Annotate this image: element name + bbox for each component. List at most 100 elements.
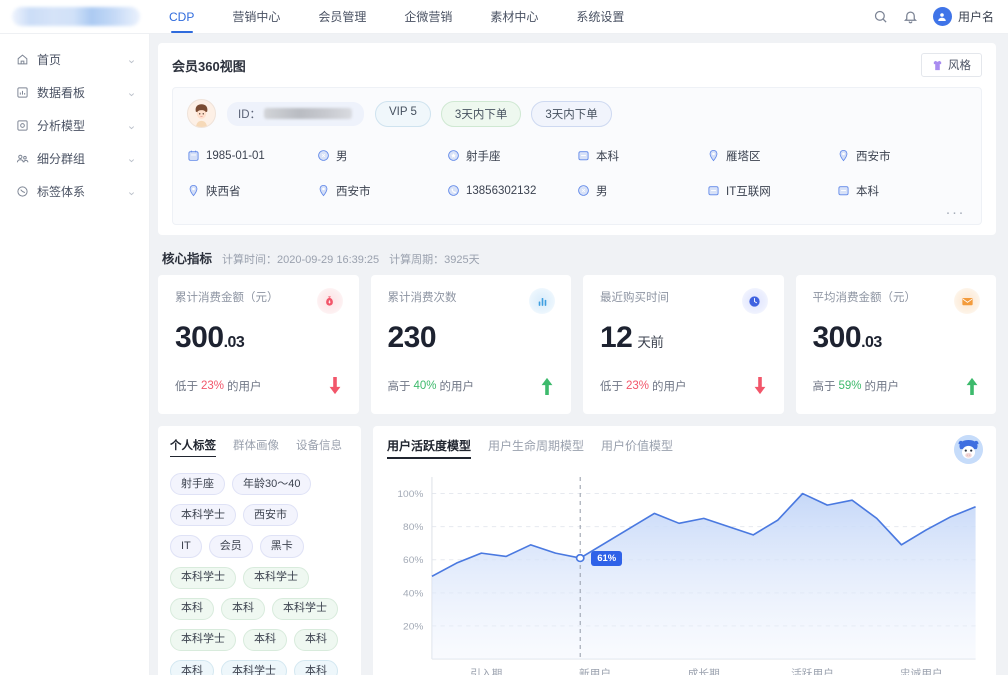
metric-foot-suffix: 的用户: [864, 381, 900, 393]
activity-model-chart: 20% 40% 60% 80% 100% 引入期 新用户 成长期 活跃用户 忠诚用户 61%: [387, 469, 982, 675]
sidebar-item-0[interactable]: 首页: [0, 43, 149, 76]
nav-item-5[interactable]: 系统设置: [557, 0, 643, 33]
sidebar-item-3[interactable]: 细分群组: [0, 142, 149, 175]
tag-list: 射手座 年龄30～40 本科学士 西安市 IT 会员 黑卡 本科学士 本科学士 本科 本科 本科学士本…: [170, 473, 349, 675]
metric-card-1: 累计消费次数 230 高于 40% 的用户: [370, 275, 571, 414]
metric-value-decimal: .03: [861, 334, 882, 351]
member-info-item: 雁塔区: [707, 138, 837, 173]
tag-chip[interactable]: 本科: [243, 628, 287, 652]
page-title: 会员360视图: [172, 58, 246, 74]
tag-chip[interactable]: IT: [170, 535, 202, 558]
metric-foot-suffix: 的用户: [439, 381, 475, 393]
tag-chip[interactable]: 本科学士: [221, 660, 287, 675]
svg-text:80%: 80%: [403, 522, 424, 533]
member-id-field[interactable]: ID：: [227, 101, 364, 126]
sidebar-item-4[interactable]: 标签体系: [0, 175, 149, 208]
tab-chart-1[interactable]: 用户生命周期模型: [488, 437, 584, 459]
logo[interactable]: [0, 7, 150, 26]
metric-value: 300.03: [175, 321, 342, 355]
nav-item-2[interactable]: 会员管理: [299, 0, 385, 33]
metrics-title: 核心指标: [162, 252, 213, 266]
user-menu[interactable]: 用户名: [932, 7, 994, 26]
calc-period-label: 计算周期：3925天: [389, 254, 480, 266]
tab-tags-0[interactable]: 个人标签: [170, 437, 216, 457]
tag-chip[interactable]: 本科: [294, 660, 338, 675]
chart-svg: 20% 40% 60% 80% 100% 引入期 新用户 成长期 活跃用户 忠诚用户: [397, 477, 976, 675]
gender-icon: [577, 184, 590, 197]
tag-chip[interactable]: 本科学士: [170, 628, 236, 652]
sidebar-item-label: 数据看板: [37, 86, 86, 100]
tag-chip[interactable]: 黑卡: [259, 535, 304, 558]
member-info-item: 男: [577, 173, 707, 208]
svg-text:20%: 20%: [403, 622, 424, 633]
bar-chart-icon: [529, 288, 555, 314]
chevron-down-icon: [127, 154, 136, 163]
nav-item-0[interactable]: CDP: [150, 0, 213, 33]
tags-tabs: 个人标签 群体画像 设备信息: [170, 437, 349, 457]
style-button[interactable]: 风格: [921, 53, 982, 77]
tag-chip[interactable]: 本科学士: [272, 597, 338, 620]
tag-chip[interactable]: 本科学士: [170, 504, 236, 527]
location-icon: [317, 184, 330, 197]
tab-chart-2[interactable]: 用户价值模型: [601, 437, 673, 459]
sidebar-item-label: 细分群组: [37, 152, 86, 166]
user-name-label: 用户名: [957, 10, 994, 24]
member-info-value: 本科: [596, 150, 619, 163]
svg-text:100%: 100%: [397, 489, 423, 500]
sidebar-item-1[interactable]: 数据看板: [0, 76, 149, 109]
location-icon: [707, 149, 720, 162]
member-pill-2: 3天内下单: [531, 100, 612, 127]
tab-chart-0[interactable]: 用户活跃度模型: [387, 437, 472, 459]
chart-panel: 用户活跃度模型 用户生命周期模型 用户价值模型 20% 40% 60% 80% 100% 引入…: [373, 426, 996, 675]
member-info-grid: 1985-01-01 男射手座 本科 雁塔区 西安市 陕西省 西安市 13856302132 男…: [187, 138, 967, 208]
location-icon: [837, 149, 850, 162]
bell-icon[interactable]: [903, 9, 918, 24]
tag-chip[interactable]: 射手座: [170, 473, 225, 496]
tab-tags-2[interactable]: 设备信息: [296, 437, 342, 457]
svg-text:40%: 40%: [403, 589, 424, 600]
metric-value-decimal: .03: [223, 334, 245, 351]
metric-foot-percent: 40%: [413, 380, 437, 392]
tag-chip[interactable]: 本科学士: [243, 566, 309, 589]
nav-item-3[interactable]: 企微营销: [385, 0, 471, 33]
svg-text:60%: 60%: [403, 556, 424, 567]
location-icon: [187, 184, 200, 197]
tag-chip[interactable]: 西安市: [243, 504, 298, 527]
member-info-item: 本科: [577, 138, 707, 173]
sidebar-item-2[interactable]: 分析模型: [0, 109, 149, 142]
metrics-header: 核心指标 计算时间：2020-09-29 16:39:25 计算周期：3925天: [162, 248, 996, 267]
metric-card-3: 平均消费金额（元） 300.03 高于 59% 的用户: [795, 275, 996, 414]
tag-chip[interactable]: 本科: [221, 597, 265, 620]
metric-card-0: 累计消费金额（元） 300.03 低于 23% 的用户: [158, 275, 359, 414]
tag-chip[interactable]: 会员: [208, 535, 253, 558]
metric-foot-percent: 23%: [201, 380, 225, 392]
trend-down-icon: [753, 377, 767, 395]
analysis-icon: [16, 119, 29, 132]
member-info-item: 陕西省: [187, 173, 317, 208]
svg-text:引入期: 引入期: [470, 667, 502, 675]
chart-tabs: 用户活跃度模型 用户生命周期模型 用户价值模型: [387, 437, 982, 459]
tag-chip[interactable]: 本科: [294, 628, 338, 652]
nav-item-1[interactable]: 营销中心: [213, 0, 299, 33]
tag-chip[interactable]: 年龄30～40: [232, 473, 312, 496]
nav-item-4[interactable]: 素材中心: [471, 0, 557, 33]
metric-value-main: 230: [387, 321, 437, 354]
tag-chip[interactable]: 本科: [170, 597, 214, 620]
cow-mascot-icon: [954, 435, 983, 464]
member-info-item: IT互联网: [707, 173, 837, 208]
chevron-down-icon: [127, 55, 136, 64]
shirt-icon: [932, 60, 943, 71]
more-options-button[interactable]: ···: [187, 205, 967, 220]
member-info-value: IT互联网: [726, 185, 771, 198]
member-info-item: 本科: [837, 173, 967, 208]
search-icon[interactable]: [873, 9, 888, 24]
svg-text:新用户: 新用户: [579, 667, 611, 675]
member-info-value: 射手座: [466, 150, 501, 163]
tag-chip[interactable]: 本科: [170, 660, 214, 675]
metric-foot-percent: 59%: [838, 380, 862, 392]
tab-tags-1[interactable]: 群体画像: [233, 437, 279, 457]
tag-chip[interactable]: 本科学士: [170, 566, 236, 589]
member-info-value: 男: [336, 150, 348, 163]
metric-value-main: 300: [812, 321, 862, 354]
style-button-label: 风格: [948, 60, 971, 72]
